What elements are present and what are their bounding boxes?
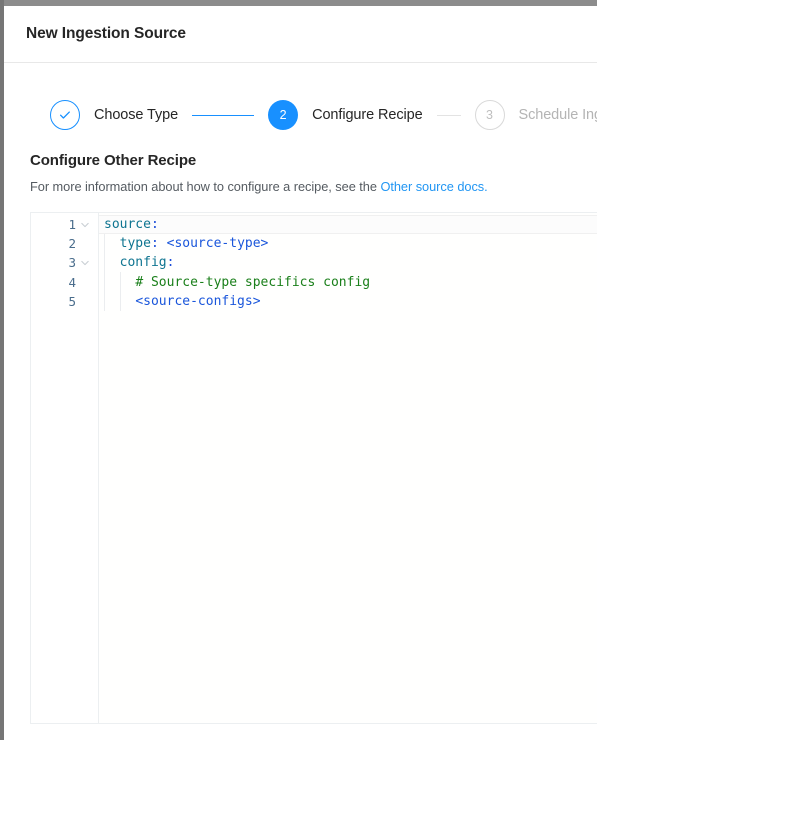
- step-number-3: 3: [486, 108, 493, 122]
- code-line: # Source-type specifics config: [99, 273, 597, 292]
- check-icon: [58, 108, 72, 122]
- code-lines: source: type: <source-type> config: # So…: [99, 215, 597, 311]
- step-connector-1-2: [192, 114, 255, 116]
- other-source-docs-link[interactable]: Other source docs.: [380, 179, 487, 194]
- line-number: 3: [68, 255, 76, 271]
- modal-title: New Ingestion Source: [26, 25, 186, 42]
- code-token-key: type: [119, 236, 151, 252]
- step-configure-recipe-indicator: 2: [268, 100, 299, 130]
- step-schedule-ingestion-indicator: 3: [474, 100, 505, 130]
- code-line: config:: [99, 253, 597, 272]
- code-token-key: config: [119, 255, 167, 271]
- code-line: source:: [99, 215, 597, 235]
- section-description: For more information about how to config…: [30, 179, 597, 194]
- step-configure-recipe-label: Configure Recipe: [312, 107, 423, 123]
- editor-code-area[interactable]: source: type: <source-type> config: # So…: [98, 213, 597, 723]
- step-number-2: 2: [279, 108, 287, 122]
- wizard-stepper: Choose Type 2 Configure Recipe 3 Schedul…: [4, 63, 597, 138]
- step-schedule-ingestion[interactable]: 3 Schedule Inges: [474, 100, 597, 130]
- code-line: type: <source-type>: [99, 234, 597, 253]
- line-number: 2: [68, 236, 76, 252]
- modal-header: New Ingestion Source: [4, 6, 597, 63]
- step-connector-2-3: [436, 114, 461, 116]
- step-choose-type-indicator: [50, 100, 80, 130]
- recipe-yaml-editor[interactable]: 1 2 3 4 5 source: type: <source-type> …: [30, 212, 597, 724]
- gutter-row: 3: [31, 253, 98, 272]
- step-configure-recipe[interactable]: 2 Configure Recipe: [268, 100, 423, 130]
- line-number: 4: [68, 274, 76, 290]
- step-choose-type[interactable]: Choose Type: [50, 100, 178, 130]
- code-token-punct: :: [166, 255, 175, 271]
- screenshot-canvas: New Ingestion Source Choose Type 2 Confi…: [0, 0, 806, 837]
- code-token-key: source: [104, 217, 151, 232]
- editor-gutter: 1 2 3 4 5: [31, 213, 98, 723]
- line-number: 5: [68, 293, 76, 309]
- gutter-row: 4: [31, 273, 98, 292]
- gutter-row: 2: [31, 234, 98, 253]
- fold-chevron-down-icon[interactable]: [76, 220, 94, 230]
- gutter-row: 1: [31, 215, 98, 234]
- code-token-val: <source-type>: [166, 236, 269, 252]
- code-token-punct: :: [150, 236, 159, 252]
- new-ingestion-source-modal: New Ingestion Source Choose Type 2 Confi…: [4, 6, 597, 740]
- step-choose-type-label: Choose Type: [94, 107, 179, 123]
- code-token-comment: # Source-type specifics config: [135, 274, 371, 290]
- code-line: <source-configs>: [99, 292, 597, 311]
- step-schedule-ingestion-label: Schedule Inges: [518, 107, 597, 123]
- code-token-punct: :: [150, 217, 159, 232]
- modal-body: Configure Other Recipe For more informat…: [4, 138, 597, 724]
- section-description-text: For more information about how to config…: [30, 179, 381, 194]
- line-number: 1: [68, 217, 76, 232]
- gutter-row: 5: [31, 292, 98, 311]
- code-token-val: <source-configs>: [135, 293, 261, 309]
- fold-chevron-down-icon[interactable]: [76, 258, 94, 268]
- section-title: Configure Other Recipe: [30, 152, 197, 169]
